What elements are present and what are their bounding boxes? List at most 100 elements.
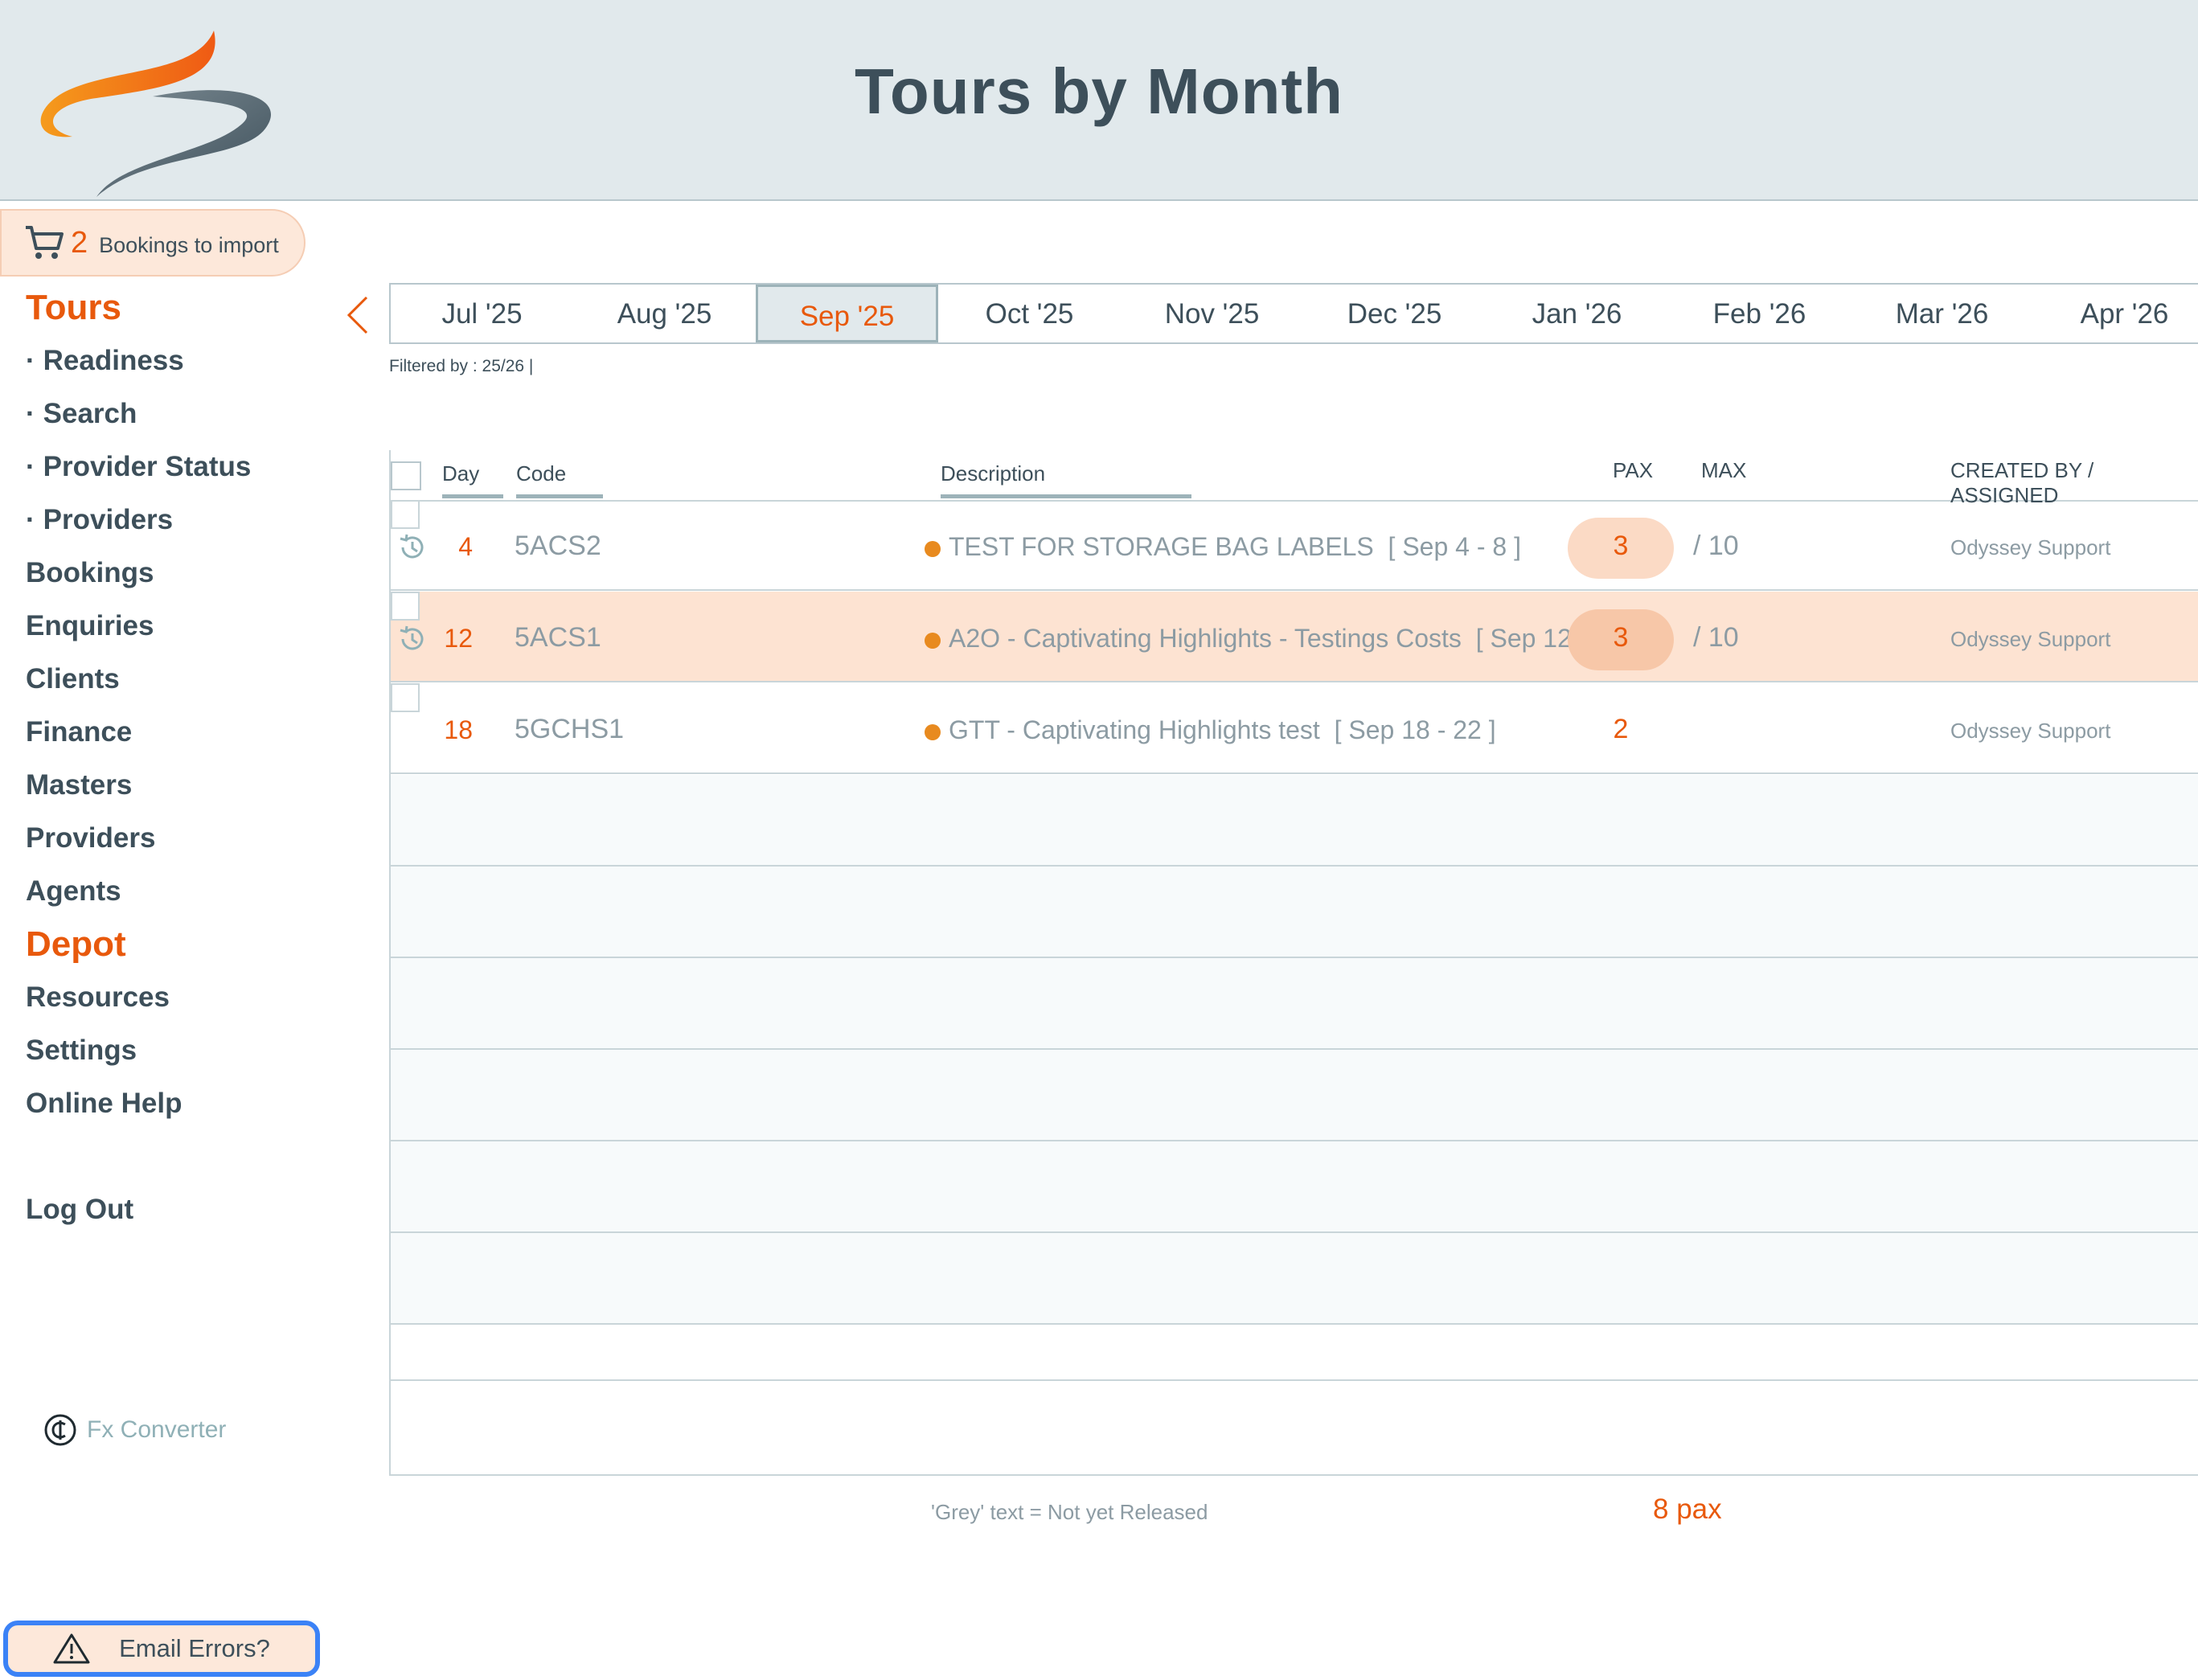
row-created-by: Odyssey Support [1950,535,2111,559]
column-header-code[interactable]: Code [516,461,603,498]
sidebar-item-label: Clients [26,663,120,695]
sidebar-item-resources[interactable]: Resources [26,971,331,1024]
row-pax: 2 [1613,714,1629,744]
history-icon[interactable] [397,532,428,563]
sidebar-item-label: Finance [26,716,133,748]
row-dates: [ Sep 4 - 8 ] [1388,532,1521,561]
sidebar-item-label: Search [43,398,137,429]
row-code[interactable]: 5ACS2 [515,531,601,562]
sidebar-item-label: Tours [26,288,121,327]
sub-item-bullet: · [26,504,35,535]
row-day: 4 [458,532,473,561]
month-tab[interactable]: Dec '25 [1303,285,1486,342]
empty-table-row [391,867,2198,958]
month-tab[interactable]: Jul '25 [391,285,573,342]
month-tabs: Jul '25 Aug '25 Sep '25 Oct '25 Nov '25 Dec '… [389,283,2198,344]
sidebar-item-label: Readiness [43,345,184,376]
row-day: 12 [444,624,473,653]
month-tab[interactable]: Oct '25 [938,285,1121,342]
row-checkbox[interactable] [391,683,420,712]
row-max: / 10 [1693,531,1739,561]
sub-item-bullet: · [26,345,35,376]
filter-status: Filtered by : 25/26 | [389,357,534,375]
sidebar-item-providers-sub[interactable]: · Providers [26,494,331,547]
empty-table-row [391,1325,2198,1381]
sidebar-item-masters[interactable]: Masters [26,759,331,812]
sidebar-item-log-out[interactable]: Log Out [26,1183,331,1236]
row-description-text: A2O - Captivating Highlights - Testings … [949,624,1462,653]
sidebar-item-label: Masters [26,769,133,801]
row-code[interactable]: 5ACS1 [515,622,601,654]
import-count: 2 [71,225,88,260]
legend-note: 'Grey' text = Not yet Released [931,1500,1208,1524]
collapse-sidebar-chevron-icon[interactable] [344,294,371,336]
sidebar-item-tours[interactable]: Tours [26,281,331,334]
row-checkbox[interactable] [391,500,420,529]
sidebar-item-provider-status[interactable]: · Provider Status [26,440,331,494]
month-tab[interactable]: Sep '25 [756,285,938,342]
row-pax: 3 [1613,622,1629,653]
month-tab[interactable]: Apr '26 [2033,285,2198,342]
sidebar-item-label: Depot [26,924,126,964]
sidebar-item-agents[interactable]: Agents [26,865,331,918]
page-title: Tours by Month [855,55,1343,127]
column-header-description[interactable]: Description [941,461,1191,498]
status-dot-icon [925,633,941,649]
email-errors-label: Email Errors? [119,1634,270,1662]
sidebar-item-depot[interactable]: Depot [26,918,331,971]
sidebar-item-settings[interactable]: Settings [26,1024,331,1077]
sidebar-item-bookings[interactable]: Bookings [26,547,331,600]
empty-table-row [391,1050,2198,1141]
sidebar-item-label: Providers [26,822,156,854]
sidebar-item-label: Online Help [26,1088,182,1119]
row-description[interactable]: A2O - Captivating Highlights - Testings … [925,624,1638,654]
history-icon[interactable] [397,624,428,654]
month-tab[interactable]: Nov '25 [1121,285,1303,342]
row-description[interactable]: TEST FOR STORAGE BAG LABELS [ Sep 4 - 8 … [925,532,1521,562]
warning-triangle-icon [53,1633,90,1664]
row-checkbox[interactable] [391,592,420,621]
empty-table-row [391,958,2198,1050]
row-day: 18 [444,715,473,744]
table-row[interactable]: 18 5GCHS1 GTT - Captivating Highlights tes… [391,683,2198,774]
sidebar-item-search[interactable]: · Search [26,387,331,440]
currency-cent-icon [44,1414,76,1446]
fx-converter-link[interactable]: Fx Converter [43,1413,226,1447]
table-row[interactable]: 4 5ACS2 TEST FOR STORAGE BAG LABELS [ Sep … [391,500,2198,591]
tours-table: Day Code Description PAX MAX CREATED BY … [389,450,2198,1476]
status-dot-icon [925,724,941,740]
bookings-to-import-button[interactable]: 2 Bookings to import [0,209,306,277]
sidebar-item-clients[interactable]: Clients [26,653,331,706]
row-code[interactable]: 5GCHS1 [515,714,624,745]
sidebar-item-providers[interactable]: Providers [26,812,331,865]
sidebar-item-label: Agents [26,875,121,907]
sidebar-item-label: Bookings [26,557,154,588]
table-row[interactable]: 12 5ACS1 A2O - Captivating Highlights - Te… [391,592,2198,682]
month-tab[interactable]: Feb '26 [1668,285,1851,342]
table-header: Day Code Description PAX MAX CREATED BY … [391,450,2198,507]
row-pax: 3 [1613,531,1629,561]
row-description[interactable]: GTT - Captivating Highlights test [ Sep … [925,715,1496,745]
sidebar-item-enquiries[interactable]: Enquiries [26,600,331,653]
month-tab[interactable]: Mar '26 [1851,285,2033,342]
sidebar-item-online-help[interactable]: Online Help [26,1077,331,1130]
sidebar-item-label: Resources [26,981,170,1013]
row-description-text: TEST FOR STORAGE BAG LABELS [949,532,1374,561]
sidebar-item-label: Providers [43,504,174,535]
column-header-day[interactable]: Day [442,461,503,498]
empty-table-row [391,775,2198,867]
email-errors-button[interactable]: Email Errors? [3,1621,320,1677]
app-header: Tours by Month [0,0,2198,201]
select-all-checkbox[interactable] [391,461,421,490]
month-tab[interactable]: Jan '26 [1486,285,1668,342]
column-header-max: MAX [1701,458,1747,482]
sidebar-item-label: Log Out [26,1194,134,1225]
month-tab[interactable]: Aug '25 [573,285,756,342]
sidebar-item-finance[interactable]: Finance [26,706,331,759]
row-created-by: Odyssey Support [1950,719,2111,743]
sub-item-bullet: · [26,398,35,429]
sidebar-item-readiness[interactable]: · Readiness [26,334,331,387]
fx-converter-label: Fx Converter [87,1416,227,1443]
